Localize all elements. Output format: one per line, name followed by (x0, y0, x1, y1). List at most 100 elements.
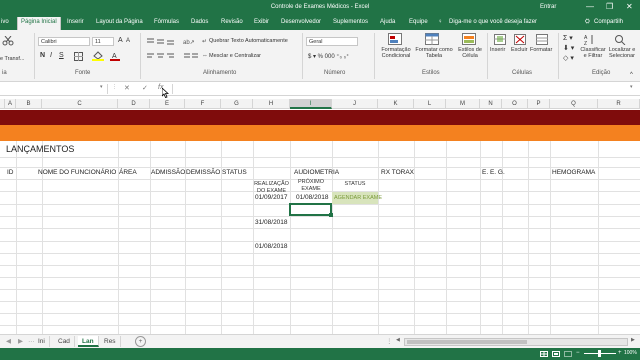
merge-center-button[interactable]: Mesclar e Centralizar (209, 53, 261, 59)
bold-button[interactable]: N (40, 52, 45, 59)
underline-button[interactable]: S (59, 52, 64, 59)
font-name-select[interactable]: Calibri (38, 37, 90, 46)
autosum-icon[interactable]: Σ ▾ (563, 34, 573, 42)
conditional-formatting-button[interactable]: Formatação Condicional (378, 47, 414, 59)
column-header[interactable]: F (185, 99, 221, 109)
name-box-dropdown-icon[interactable]: ▾ (100, 84, 103, 90)
column-header[interactable]: H (253, 99, 290, 109)
cell-realization[interactable]: 01/08/2018 (255, 243, 288, 250)
expand-formula-bar-icon[interactable]: ▾ (630, 84, 633, 90)
active-cell-selection[interactable] (289, 203, 332, 216)
fill-color-icon[interactable] (92, 51, 104, 61)
increase-font-icon[interactable]: A (118, 37, 123, 44)
delete-button[interactable]: Excluir (511, 47, 528, 53)
restore-button[interactable]: ❐ (606, 2, 613, 12)
column-header[interactable]: J (332, 99, 378, 109)
tab-developer[interactable]: Desenvolvedor (281, 19, 321, 25)
tab-page-layout[interactable]: Layout da Página (96, 19, 143, 25)
column-header[interactable]: C (42, 99, 118, 109)
orientation-icon[interactable]: ab↗ (183, 37, 199, 45)
tab-home[interactable]: Página Inicial (17, 17, 61, 30)
scrollbar-thumb[interactable] (407, 340, 527, 344)
zoom-in-icon[interactable]: + (618, 350, 622, 356)
format-button[interactable]: Formatar (530, 47, 552, 53)
enter-icon[interactable]: ✓ (142, 84, 148, 92)
indent-icons[interactable] (183, 52, 199, 60)
tell-me-search[interactable]: Diga-me o que você deseja fazer (449, 19, 537, 25)
column-header[interactable]: A (5, 99, 16, 109)
cell-styles-button[interactable]: Estilos de Célula (454, 47, 486, 59)
align-left-icons[interactable] (146, 52, 176, 60)
column-header[interactable]: G (221, 99, 253, 109)
sheet-tab-cad[interactable]: Cad (54, 336, 75, 347)
format-as-table-button[interactable]: Formatar como Tabela (414, 47, 454, 59)
cell-next-exam[interactable]: 01/08/2018 (296, 194, 329, 201)
sort-filter-button[interactable]: Classificar e Filtrar (578, 47, 608, 59)
cut-icon[interactable] (2, 36, 14, 46)
zoom-out-icon[interactable]: − (576, 350, 580, 356)
number-format-select[interactable]: Geral (306, 37, 358, 46)
borders-icon[interactable] (74, 52, 84, 61)
font-color-icon[interactable]: A (110, 51, 120, 61)
tab-help[interactable]: Ajuda (380, 19, 395, 25)
find-select-button[interactable]: Localizar e Selecionar (606, 47, 638, 59)
fill-icon[interactable]: ⬇ ▾ (563, 44, 574, 52)
cell-realization[interactable]: 31/08/2018 (255, 219, 288, 226)
number-format-icons[interactable]: $ ▾ % 000 ⁺₀ ₀⁺ (308, 53, 349, 60)
page-layout-view-icon[interactable] (552, 351, 560, 357)
clear-icon[interactable]: ◇ ▾ (563, 54, 574, 62)
column-header[interactable]: O (502, 99, 528, 109)
tab-add-ins[interactable]: Suplementos (333, 19, 368, 25)
scroll-right-icon[interactable]: ▶ (631, 337, 635, 343)
column-header[interactable]: B (16, 99, 42, 109)
column-header[interactable]: R (598, 99, 640, 109)
sheet-tab-ini[interactable]: Ini (34, 336, 50, 347)
cell-realization[interactable]: 01/09/2017 (255, 194, 288, 201)
tab-data[interactable]: Dados (191, 19, 208, 25)
formula-input[interactable] (172, 84, 640, 94)
column-header[interactable]: P (528, 99, 550, 109)
column-header[interactable]: D (118, 99, 150, 109)
wrap-text-button[interactable]: Quebrar Texto Automaticamente (209, 38, 288, 44)
column-header[interactable]: M (446, 99, 480, 109)
name-box[interactable] (0, 84, 108, 94)
insert-button[interactable]: Inserir (490, 47, 505, 53)
tab-review[interactable]: Revisão (221, 19, 243, 25)
zoom-slider-thumb[interactable] (598, 350, 601, 357)
column-header-selected[interactable]: I (290, 99, 332, 109)
sign-in-link[interactable]: Entrar (540, 4, 556, 10)
share-button[interactable]: Compartilh (594, 19, 623, 25)
zoom-level[interactable]: 100% (624, 350, 637, 356)
column-header[interactable]: E (150, 99, 185, 109)
align-top-icons[interactable] (146, 37, 176, 45)
decrease-font-icon[interactable]: A (126, 38, 130, 44)
cancel-icon[interactable]: ✕ (124, 84, 130, 92)
font-size-select[interactable]: 11 (92, 37, 114, 46)
column-header[interactable]: Q (550, 99, 598, 109)
horizontal-scrollbar[interactable] (404, 338, 628, 346)
next-sheet-icon[interactable]: ▶ (18, 337, 23, 345)
column-header[interactable]: K (378, 99, 414, 109)
add-sheet-button[interactable]: + (135, 336, 146, 347)
page-break-view-icon[interactable] (564, 351, 572, 357)
tab-insert[interactable]: Inserir (67, 19, 84, 25)
fill-handle[interactable] (329, 213, 333, 217)
worksheet-grid[interactable]: LANÇAMENTOS ID NOME DO FUNCIONÁRIO ÁREA … (0, 110, 640, 334)
minimize-button[interactable]: — (586, 2, 594, 12)
normal-view-icon[interactable] (540, 351, 548, 357)
tab-team[interactable]: Equipe (409, 19, 428, 25)
cell-status[interactable]: AGENDAR EXAME (332, 192, 382, 204)
collapse-ribbon-icon[interactable]: ^ (630, 72, 633, 78)
scroll-left-icon[interactable]: ◀ (396, 337, 400, 343)
sheet-tab-res[interactable]: Res (100, 336, 121, 347)
tab-formulas[interactable]: Fórmulas (154, 19, 179, 25)
format-painter-button[interactable]: e Transf... (0, 56, 24, 62)
close-button[interactable]: ✕ (626, 2, 633, 12)
prev-sheet-icon[interactable]: ◀ (6, 337, 11, 345)
column-header[interactable]: L (414, 99, 446, 109)
column-header[interactable]: N (480, 99, 502, 109)
italic-button[interactable]: I (50, 52, 52, 59)
tab-file[interactable]: ivo (1, 19, 9, 25)
sheet-tab-lan[interactable]: Lan (78, 336, 99, 347)
tab-view[interactable]: Exibir (254, 19, 269, 25)
